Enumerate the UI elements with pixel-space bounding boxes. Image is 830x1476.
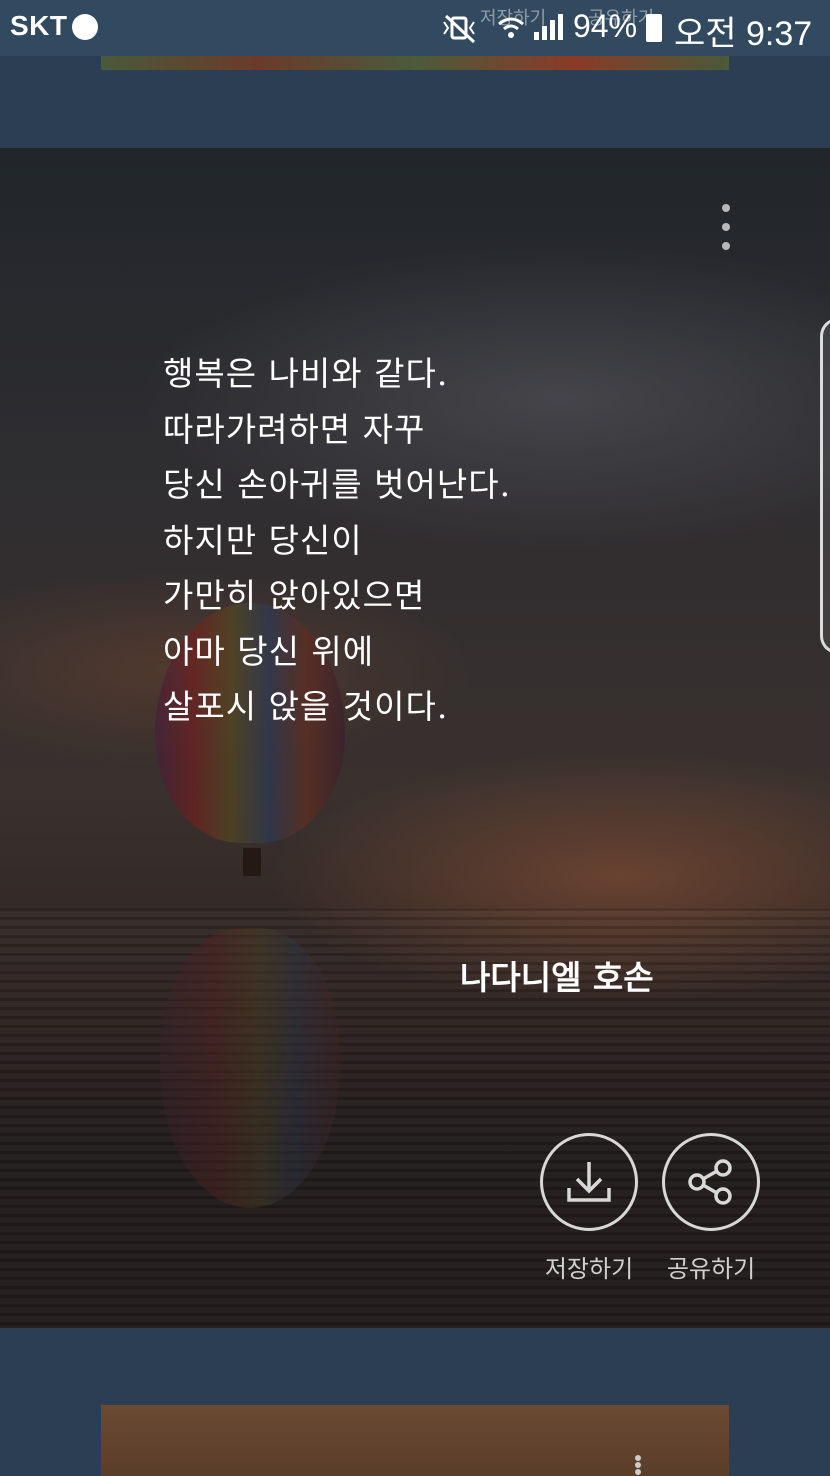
quote-author: 나다니엘 호손 xyxy=(460,958,654,997)
save-button[interactable]: 저장하기 xyxy=(539,1133,639,1284)
quote-line: 행복은 나비와 같다. xyxy=(163,354,449,393)
next-card-image[interactable] xyxy=(101,1405,729,1476)
quote-line: 가만히 앉아있으면 xyxy=(163,576,426,615)
carrier-label: SKT xyxy=(10,10,68,41)
quote-line: 따라가려하면 자꾸 xyxy=(163,409,426,449)
vibrate-mute-icon xyxy=(440,12,480,48)
quote-line: 하지만 당신이 xyxy=(163,520,363,560)
quote-line: 살포시 앉을 것이다. xyxy=(163,687,449,726)
quote-line: 아마 당신 위에 xyxy=(163,631,375,671)
quote-card: 행복은 나비와 같다. 따라가려하면 자꾸당신 손아귀를 벗어난다. 하지만 당신이… xyxy=(0,148,830,1328)
battery-icon xyxy=(646,14,662,42)
status-bar: SKT 저장하기 공유하기 94% 오전 9:37 xyxy=(0,0,830,56)
share-icon[interactable] xyxy=(662,1133,760,1231)
download-icon[interactable] xyxy=(540,1133,638,1231)
signal-icon xyxy=(532,12,564,46)
share-button[interactable]: 공유하기 xyxy=(661,1133,761,1284)
battery-percent: 94% xyxy=(573,8,638,44)
clock: 오전 9:37 xyxy=(674,15,813,53)
more-options-icon[interactable] xyxy=(718,204,734,250)
wifi-icon xyxy=(496,12,526,46)
share-label: 공유하기 xyxy=(666,1255,756,1283)
save-label: 저장하기 xyxy=(544,1255,634,1283)
quote-line: 당신 손아귀를 벗어난다. xyxy=(163,465,512,504)
edge-panel-handle[interactable] xyxy=(820,318,830,654)
quote-text: 행복은 나비와 같다. 따라가려하면 자꾸당신 손아귀를 벗어난다. 하지만 당신이… xyxy=(163,346,511,735)
notification-dot-icon xyxy=(72,14,98,40)
more-options-icon[interactable] xyxy=(635,1455,643,1475)
